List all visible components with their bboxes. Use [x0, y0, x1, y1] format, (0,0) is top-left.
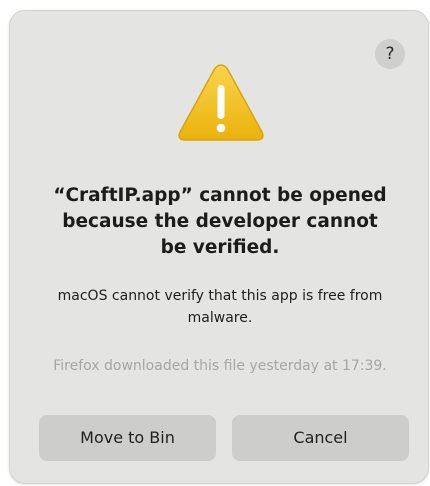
help-button[interactable]: ?	[375, 39, 405, 69]
download-source-note: Firefox downloaded this file yesterday a…	[53, 358, 387, 374]
dialog-message: macOS cannot verify that this app is fre…	[57, 288, 383, 326]
cancel-button[interactable]: Cancel	[232, 415, 409, 461]
move-to-bin-button[interactable]: Move to Bin	[39, 415, 216, 461]
dialog-title: “CraftIP.app” cannot be opened because t…	[53, 185, 387, 258]
alert-dialog: ? “CraftIP.app” cannot be opened because…	[9, 10, 429, 484]
warning-triangle-icon	[176, 61, 266, 145]
